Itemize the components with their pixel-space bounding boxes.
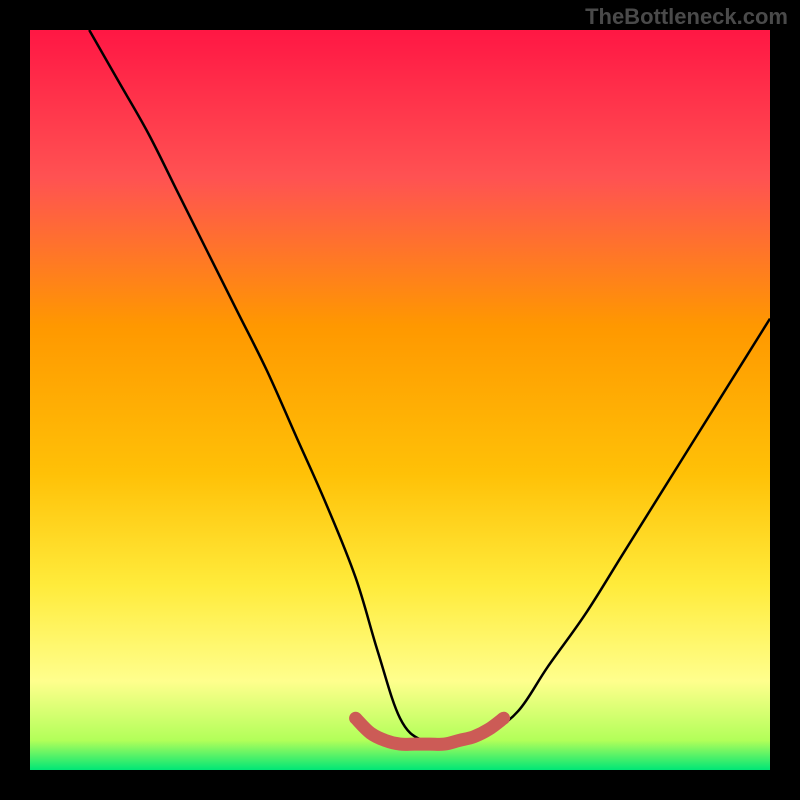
bottleneck-chart xyxy=(0,0,800,800)
gradient-background xyxy=(30,30,770,770)
watermark-text: TheBottleneck.com xyxy=(585,4,788,30)
chart-container: TheBottleneck.com xyxy=(0,0,800,800)
